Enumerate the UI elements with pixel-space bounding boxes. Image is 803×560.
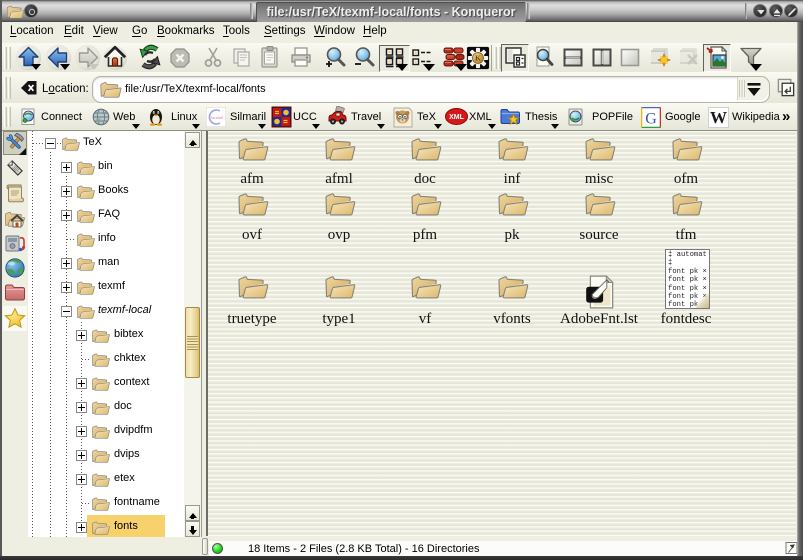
svg-text:G: G [645, 111, 657, 128]
svg-text:K: K [475, 54, 481, 63]
svg-text:XML: XML [449, 114, 465, 121]
svg-text:W: W [710, 108, 727, 127]
svg-text:Gandalf: Gandalf [209, 115, 224, 120]
